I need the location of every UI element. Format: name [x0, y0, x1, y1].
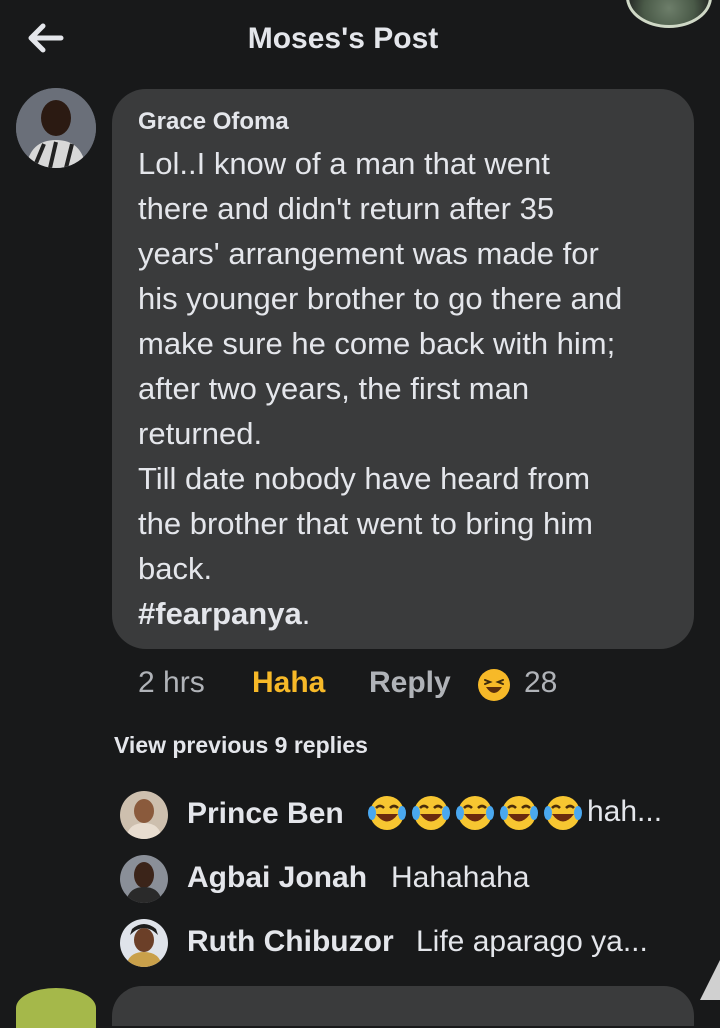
tears-of-joy-emoji-icon [368, 796, 406, 830]
comment-line: Lol..I know of a man that went [138, 146, 550, 181]
reaction-count[interactable]: 28 [524, 666, 557, 700]
avatar-image [120, 791, 168, 839]
reply-avatar[interactable] [120, 919, 168, 967]
comment-text: Lol..I know of a man that went there and… [138, 141, 686, 636]
scroll-corner-indicator [700, 960, 720, 1000]
avatar-image [120, 919, 168, 967]
comment-line: years' arrangement was made for [138, 236, 599, 271]
reply-author[interactable]: Ruth Chibuzor [187, 925, 394, 959]
comment-line: Till date nobody have heard from [138, 461, 591, 496]
page-title: Moses's Post [247, 22, 439, 55]
view-previous-replies-link[interactable]: View previous 9 replies [114, 732, 368, 759]
reply-author[interactable]: Agbai Jonah [187, 861, 367, 895]
reply-text-content: hah... [587, 794, 663, 828]
comment-line: his younger brother to go there and [138, 281, 623, 316]
reply-item[interactable]: Prince Ben hah... [120, 791, 720, 839]
comment-line: the brother that went to bring him [138, 506, 593, 541]
reply-item[interactable]: Ruth Chibuzor Life aparago ya... [120, 919, 720, 967]
comment-line: make sure he come back with him; [138, 326, 616, 361]
reply-author[interactable]: Prince Ben [187, 797, 344, 831]
avatar-image [120, 855, 168, 903]
haha-emoji-icon[interactable] [478, 669, 510, 701]
reply-text: Hahahaha [391, 861, 530, 894]
haha-reaction-button[interactable]: Haha [252, 666, 325, 700]
hashtag-suffix: . [301, 596, 311, 631]
comment-timestamp[interactable]: 2 hrs [138, 666, 205, 700]
tears-of-joy-emoji-icon [544, 796, 582, 830]
comment-line: after two years, the first man [138, 371, 530, 406]
comment-line: returned. [138, 416, 263, 451]
comment-author[interactable]: Grace Ofoma [138, 108, 289, 136]
commenter-avatar[interactable] [16, 88, 96, 168]
tears-of-joy-emoji-icon [456, 796, 494, 830]
next-comment-avatar[interactable] [16, 988, 96, 1028]
reply-text: hah... [367, 793, 662, 833]
next-comment-bubble[interactable] [112, 986, 694, 1026]
comment-line: back. [138, 551, 213, 586]
comment-line: there and didn't return after 35 [138, 191, 555, 226]
reply-avatar[interactable] [120, 855, 168, 903]
tears-of-joy-emoji-icon [500, 796, 538, 830]
reply-avatar[interactable] [120, 791, 168, 839]
top-bar: Moses's Post [0, 0, 720, 80]
reply-item[interactable]: Agbai Jonah Hahahaha [120, 855, 720, 903]
avatar-image [16, 88, 96, 168]
hashtag-link[interactable]: #fearpanya [138, 596, 302, 631]
hashtag-line: #fearpanya. [138, 591, 686, 636]
reply-text: Life aparago ya... [416, 925, 648, 958]
reply-button[interactable]: Reply [369, 666, 451, 700]
tears-of-joy-emoji-icon [412, 796, 450, 830]
